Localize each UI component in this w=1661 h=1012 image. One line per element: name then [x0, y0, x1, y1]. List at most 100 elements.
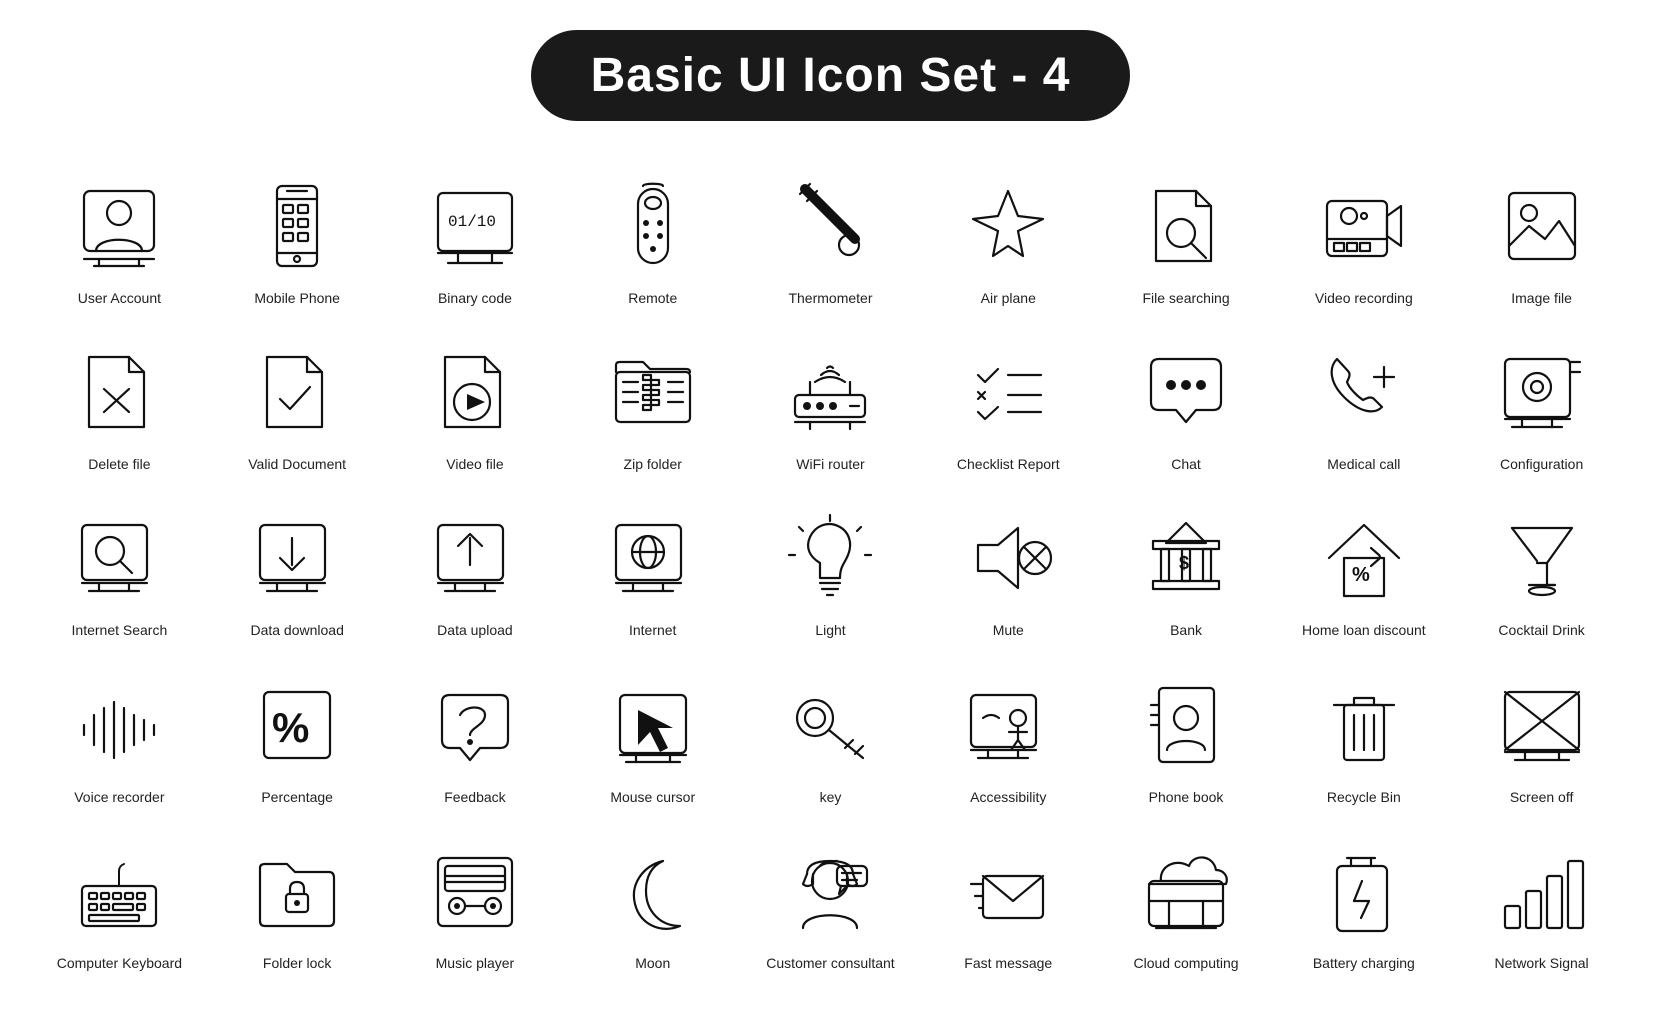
medical-call-icon: [1309, 337, 1419, 447]
icon-item-air-plane: Air plane: [919, 161, 1097, 317]
fast-message-label: Fast message: [964, 954, 1052, 972]
icon-item-music-player: Music player: [386, 826, 564, 982]
icon-item-video-recording: Video recording: [1275, 161, 1453, 317]
icon-item-image-file: Image file: [1453, 161, 1631, 317]
icon-item-cocktail-drink: Cocktail Drink: [1453, 493, 1631, 649]
air-plane-icon: [953, 171, 1063, 281]
voice-recorder-label: Voice recorder: [74, 788, 164, 806]
icon-item-key: key: [742, 660, 920, 816]
mute-icon: [953, 503, 1063, 613]
video-recording-label: Video recording: [1315, 289, 1413, 307]
icon-item-fast-message: Fast message: [919, 826, 1097, 982]
icon-grid: User Account Mobile Phone: [31, 161, 1631, 982]
icon-item-valid-document: Valid Document: [208, 327, 386, 483]
icon-item-feedback: Feedback: [386, 660, 564, 816]
feedback-label: Feedback: [444, 788, 505, 806]
configuration-label: Configuration: [1500, 455, 1583, 473]
cloud-computing-label: Cloud computing: [1134, 954, 1239, 972]
icon-item-configuration: Configuration: [1453, 327, 1631, 483]
page-title: Basic UI Icon Set - 4: [591, 48, 1071, 103]
remote-icon: [598, 171, 708, 281]
home-loan-discount-icon: %: [1309, 503, 1419, 613]
svg-text:01/10: 01/10: [448, 213, 496, 231]
customer-consultant-icon: [775, 836, 885, 946]
icon-item-internet-search: Internet Search: [31, 493, 209, 649]
data-download-label: Data download: [250, 621, 343, 639]
music-player-icon: [420, 836, 530, 946]
thermometer-label: Thermometer: [788, 289, 872, 307]
mobile-phone-label: Mobile Phone: [254, 289, 340, 307]
icon-item-mouse-cursor: Mouse cursor: [564, 660, 742, 816]
video-recording-icon: [1309, 171, 1419, 281]
user-account-label: User Account: [78, 289, 161, 307]
internet-icon: [598, 503, 708, 613]
wifi-router-icon: [775, 337, 885, 447]
percentage-icon: %: [242, 670, 352, 780]
computer-keyboard-label: Computer Keyboard: [57, 954, 182, 972]
recycle-bin-label: Recycle Bin: [1327, 788, 1401, 806]
icon-item-data-download: Data download: [208, 493, 386, 649]
icon-item-cloud-computing: Cloud computing: [1097, 826, 1275, 982]
feedback-icon: [420, 670, 530, 780]
phone-book-icon: [1131, 670, 1241, 780]
chat-label: Chat: [1171, 455, 1201, 473]
binary-code-icon: 01/10: [420, 171, 530, 281]
moon-label: Moon: [635, 954, 670, 972]
light-icon: [775, 503, 885, 613]
icon-item-medical-call: Medical call: [1275, 327, 1453, 483]
recycle-bin-icon: [1309, 670, 1419, 780]
icon-item-battery-charging: Battery charging: [1275, 826, 1453, 982]
svg-text:%: %: [1352, 564, 1370, 586]
bank-icon: $: [1131, 503, 1241, 613]
icon-item-binary-code: 01/10 Binary code: [386, 161, 564, 317]
internet-search-icon: [64, 503, 174, 613]
icon-item-mobile-phone: Mobile Phone: [208, 161, 386, 317]
user-account-icon: [64, 171, 174, 281]
icon-item-remote: Remote: [564, 161, 742, 317]
moon-icon: [598, 836, 708, 946]
customer-consultant-label: Customer consultant: [766, 954, 894, 972]
screen-off-icon: [1487, 670, 1597, 780]
icon-item-phone-book: Phone book: [1097, 660, 1275, 816]
network-signal-icon: [1487, 836, 1597, 946]
data-upload-label: Data upload: [437, 621, 513, 639]
chat-icon: [1131, 337, 1241, 447]
icon-item-bank: $ Bank: [1097, 493, 1275, 649]
key-icon: [775, 670, 885, 780]
light-label: Light: [815, 621, 845, 639]
icon-item-internet: Internet: [564, 493, 742, 649]
binary-code-label: Binary code: [438, 289, 512, 307]
icon-item-home-loan-discount: % Home loan discount: [1275, 493, 1453, 649]
internet-label: Internet: [629, 621, 676, 639]
icon-item-chat: Chat: [1097, 327, 1275, 483]
icon-item-delete-file: Delete file: [31, 327, 209, 483]
fast-message-icon: [953, 836, 1063, 946]
file-searching-label: File searching: [1142, 289, 1229, 307]
icon-item-mute: Mute: [919, 493, 1097, 649]
image-file-label: Image file: [1511, 289, 1572, 307]
icon-item-thermometer: Thermometer: [742, 161, 920, 317]
battery-charging-label: Battery charging: [1313, 954, 1415, 972]
icon-item-checklist-report: Checklist Report: [919, 327, 1097, 483]
data-download-icon: [242, 503, 352, 613]
accessibility-label: Accessibility: [970, 788, 1046, 806]
wifi-router-label: WiFi router: [796, 455, 864, 473]
mute-label: Mute: [993, 621, 1024, 639]
icon-item-network-signal: Network Signal: [1453, 826, 1631, 982]
network-signal-label: Network Signal: [1495, 954, 1589, 972]
delete-file-label: Delete file: [88, 455, 150, 473]
folder-lock-label: Folder lock: [263, 954, 331, 972]
data-upload-icon: [420, 503, 530, 613]
icon-item-customer-consultant: Customer consultant: [742, 826, 920, 982]
icon-item-user-account: User Account: [31, 161, 209, 317]
bank-label: Bank: [1170, 621, 1202, 639]
video-file-label: Video file: [446, 455, 503, 473]
checklist-report-label: Checklist Report: [957, 455, 1060, 473]
svg-text:$: $: [1179, 553, 1189, 573]
voice-recorder-icon: [64, 670, 174, 780]
icon-item-light: Light: [742, 493, 920, 649]
folder-lock-icon: [242, 836, 352, 946]
key-label: key: [820, 788, 842, 806]
screen-off-label: Screen off: [1510, 788, 1574, 806]
icon-item-computer-keyboard: Computer Keyboard: [31, 826, 209, 982]
